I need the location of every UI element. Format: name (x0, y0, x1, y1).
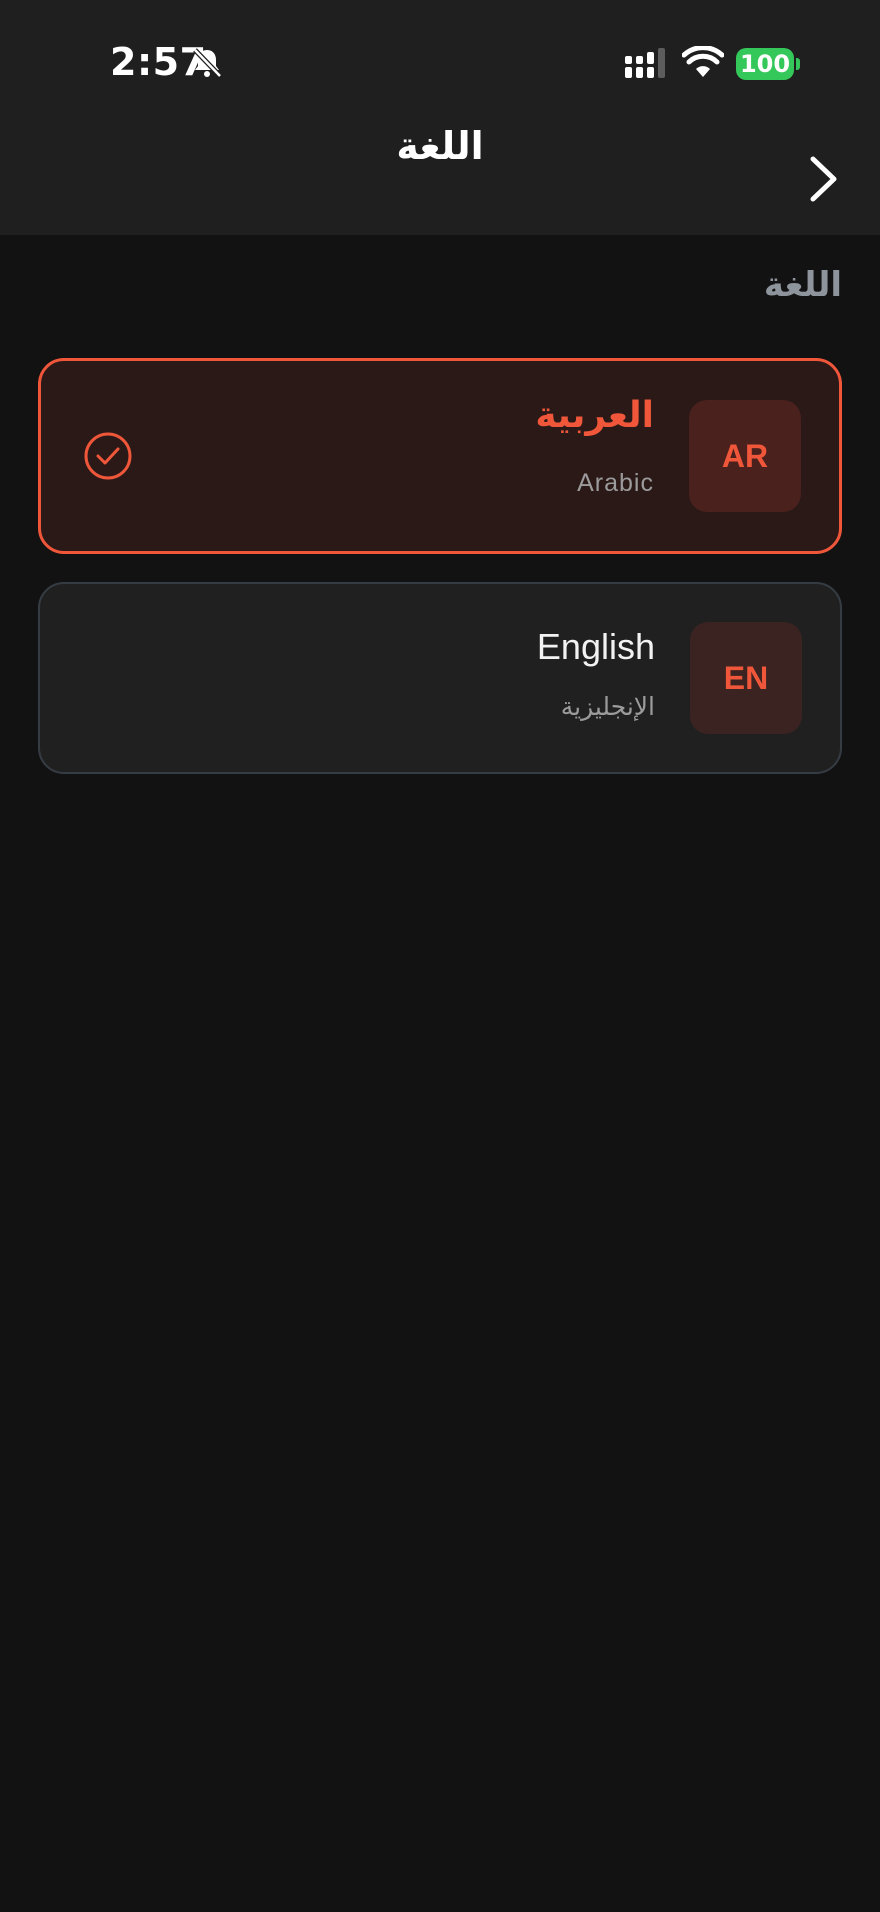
bell-slash-icon (193, 48, 222, 78)
wifi-icon (682, 46, 724, 77)
battery-indicator: 100 (736, 48, 794, 80)
page-title: اللغة (396, 124, 484, 168)
language-option-arabic[interactable]: AR العربية Arabic (38, 358, 842, 554)
language-name: English (536, 626, 655, 667)
battery-nub (796, 58, 800, 70)
language-option-english[interactable]: EN English الإنجليزية (38, 582, 842, 774)
check-circle-icon (84, 432, 132, 480)
language-code-badge: EN (690, 622, 802, 734)
section-heading: اللغة (763, 265, 842, 305)
language-subtitle: Arabic (577, 469, 654, 497)
header-area (0, 0, 880, 235)
language-name: العربية (535, 395, 654, 436)
chevron-right-icon[interactable] (804, 154, 844, 204)
cellular-signal-icon (625, 48, 665, 78)
language-subtitle: الإنجليزية (560, 692, 655, 721)
language-settings-screen: 2:57 100 اللغة اللغة AR العربية Arabic E… (0, 0, 880, 1912)
language-code-badge: AR (689, 400, 801, 512)
